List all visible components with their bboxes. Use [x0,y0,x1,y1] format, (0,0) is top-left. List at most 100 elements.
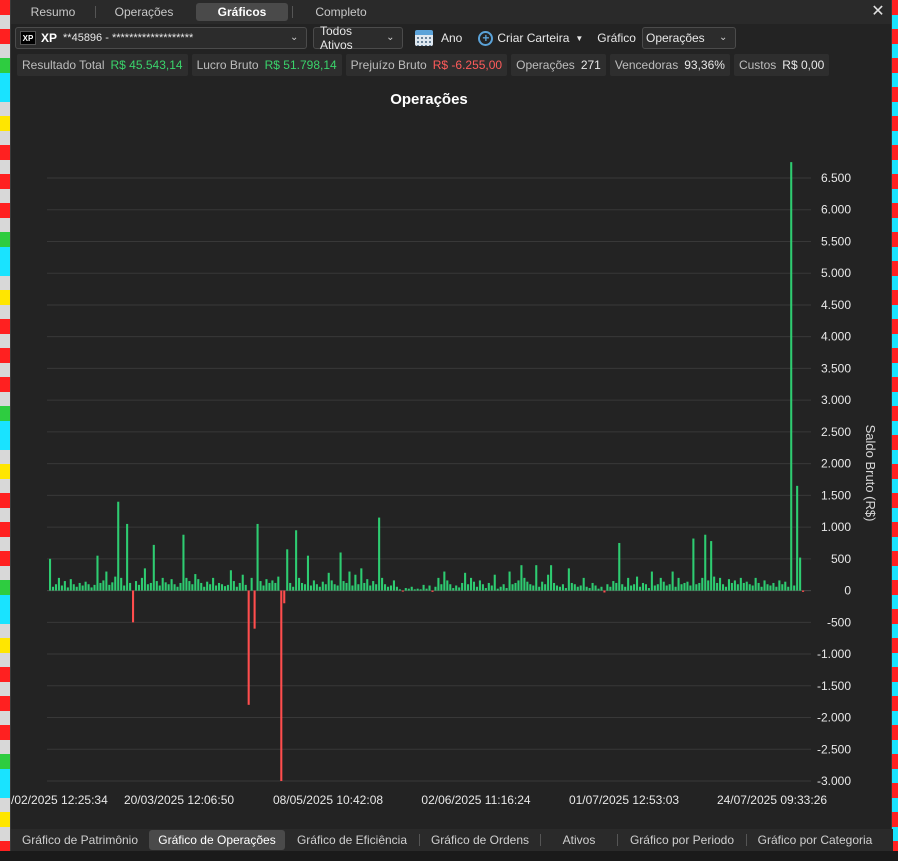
bar [585,586,588,591]
bar [802,590,805,592]
btab-patrimonio[interactable]: Gráfico de Patrimônio [11,830,149,850]
bar [553,582,556,591]
bar [701,577,704,591]
bar [173,584,176,591]
bar [493,574,496,591]
account-select[interactable]: XP XP **45896 - ******************* ⌄ [15,27,307,49]
assets-select[interactable]: Todos Ativos ⌄ [313,24,403,52]
bar [526,581,529,591]
bar [757,582,760,591]
btab-operacoes[interactable]: Gráfico de Operações [149,830,285,850]
edge-cell [0,739,10,754]
bar [638,586,642,591]
btab-ativos[interactable]: Ativos [541,830,617,850]
edge-cell [0,0,10,15]
operations-chart: Operações 6.500 6.000 5.500 5.000 4.500 4.000… [11,80,893,828]
bar [134,581,138,591]
bar [206,581,209,591]
bar [63,581,66,591]
tab-graficos[interactable]: Gráficos [196,3,288,21]
bar [724,586,728,591]
bar [555,585,559,591]
bar [179,582,182,591]
bar [416,588,419,591]
bar [99,582,102,591]
chart-type-select[interactable]: Operações ⌄ [641,27,736,49]
bar [330,580,333,591]
bottom-tab-bar: Gráfico de Patrimônio Gráfico de Operaçõ… [11,829,893,851]
bar [449,584,452,591]
bar [312,580,315,591]
bar [197,579,200,591]
x-tick-label: /02/2025 12:25:34 [11,793,108,807]
tab-operacoes[interactable]: Operações [96,3,192,21]
bar [57,577,60,591]
x-axis-ticks: /02/2025 12:25:34 20/03/2025 12:06:50 08/0… [11,793,827,807]
bar [209,584,212,591]
bar [143,568,146,591]
tab-completo[interactable]: Completo [293,3,389,21]
btab-ordens[interactable]: Gráfico de Ordens [420,830,540,850]
edge-cell [0,420,10,435]
edge-cell [0,826,10,841]
bar [298,577,301,591]
edge-cell [0,464,10,479]
bar [398,589,401,591]
bar [609,586,612,591]
bar [386,586,390,591]
bar [309,585,312,591]
bar [295,530,298,591]
bar [215,585,218,591]
bar [129,582,132,591]
btab-eficiencia[interactable]: Gráfico de Eficiência [285,830,419,850]
bar [514,582,517,591]
bar [164,582,167,591]
bar [339,552,342,591]
bar [395,586,398,591]
create-portfolio-label: Criar Carteira [497,31,570,45]
bar [704,534,707,591]
bar [155,581,158,591]
y-axis-ticks: 6.500 6.000 5.500 5.000 4.500 4.000 3.500 3.000… [817,171,851,788]
calendar-icon[interactable] [415,30,433,46]
tab-resumo[interactable]: Resumo [11,3,95,21]
edge-cell [0,681,10,696]
bar [496,588,499,591]
bar [778,580,781,591]
bar [618,542,621,591]
stat-label: Lucro Bruto [196,58,259,72]
bar [114,576,117,591]
broker-logo: XP [20,31,36,45]
bar [357,584,360,591]
btab-periodo[interactable]: Gráfico por Periodo [618,830,746,850]
bar [736,584,739,591]
bar [511,584,514,591]
assets-select-value: Todos Ativos [320,24,353,52]
stat-vencedoras: Vencedoras 93,36% [609,54,730,76]
bar [487,582,490,591]
edge-cell [0,812,10,827]
bar [158,585,161,591]
btab-categoria[interactable]: Gráfico por Categoria [747,830,883,850]
bar [226,584,229,591]
edge-cell [0,652,10,667]
edge-cell [0,14,10,29]
bar [123,585,126,591]
bar [431,590,434,592]
bar [72,584,75,591]
bar [564,588,567,591]
chart-title: Operações [390,91,468,108]
bar [220,584,224,591]
edge-cell [0,478,10,493]
bar [253,590,256,629]
bar [766,584,769,591]
y-tick-label: 4.500 [821,298,851,312]
period-label[interactable]: Ano [441,31,462,45]
bar [407,588,410,591]
bar [381,577,384,591]
close-icon[interactable]: ✕ [869,3,887,21]
edge-cell [0,536,10,551]
bar [146,584,149,591]
bar [650,571,653,591]
create-portfolio-button[interactable]: + Criar Carteira ▼ [478,30,583,46]
